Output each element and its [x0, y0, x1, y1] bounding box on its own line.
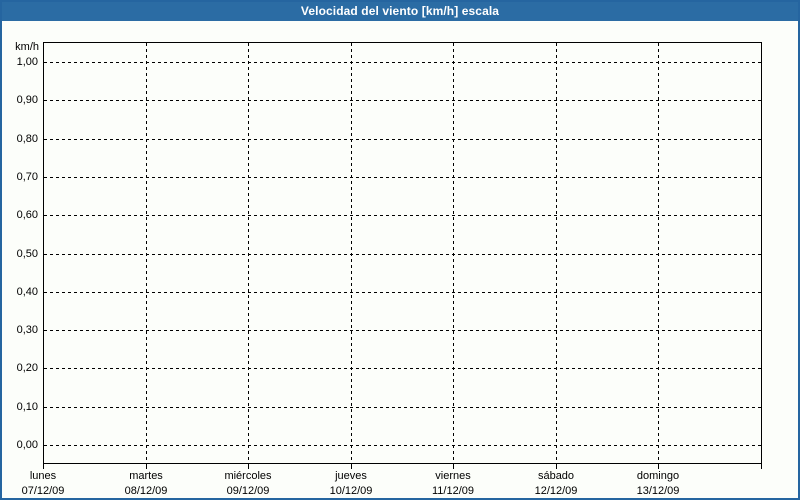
y-gridline-0,50 — [44, 254, 761, 255]
y-tick-label: 0,60 — [16, 209, 38, 221]
y-tick-label: 0,30 — [16, 324, 38, 336]
y-axis-unit-label: km/h — [15, 41, 39, 53]
day-date: 12/12/09 — [534, 485, 578, 497]
day-date: 09/12/09 — [226, 485, 270, 497]
x-day-label-jueves: jueves 10/12/09 — [299, 469, 403, 498]
x-gridline-domingo — [658, 43, 659, 463]
y-gridline-1,00 — [44, 62, 761, 63]
x-day-label-lunes: lunes 07/12/09 — [2, 469, 95, 498]
y-gridline-0,90 — [44, 100, 761, 101]
y-tick-label: 0,90 — [16, 94, 38, 106]
y-tick-label: 1,00 — [16, 56, 38, 68]
day-date: 11/12/09 — [431, 485, 474, 497]
day-name: martes — [129, 470, 163, 482]
chart-window: Velocidad del viento [km/h] escala km/h … — [0, 0, 800, 500]
y-tick-label: 0,80 — [16, 133, 38, 145]
x-day-label-sábado: sábado 12/12/09 — [504, 469, 608, 498]
x-day-label-miércoles: miércoles 09/12/09 — [196, 469, 300, 498]
chart-title-bar: Velocidad del viento [km/h] escala — [2, 2, 798, 21]
plot-area — [43, 42, 762, 464]
day-name: jueves — [335, 470, 367, 482]
y-gridline-0,80 — [44, 139, 761, 140]
x-day-label-martes: martes 08/12/09 — [94, 469, 198, 498]
day-name: lunes — [29, 470, 57, 482]
day-name: viernes — [435, 470, 471, 482]
day-name: miércoles — [224, 470, 272, 482]
x-day-label-viernes: viernes 11/12/09 — [401, 469, 505, 498]
y-tick-label: 0,10 — [16, 401, 38, 413]
y-gridline-0,30 — [44, 330, 761, 331]
x-gridline-viernes — [453, 43, 454, 463]
x-day-label-domingo: domingo 13/12/09 — [606, 469, 710, 498]
x-gridline-miércoles — [248, 43, 249, 463]
day-date: 10/12/09 — [329, 485, 373, 497]
y-tick-label: 0,70 — [16, 171, 38, 183]
x-gridline-sábado — [556, 43, 557, 463]
y-tick-label: 0,40 — [16, 286, 38, 298]
chart-title: Velocidad del viento [km/h] escala — [300, 3, 500, 18]
x-axis-tick — [761, 464, 762, 469]
day-date: 08/12/09 — [124, 485, 168, 497]
y-gridline-0,20 — [44, 368, 761, 369]
day-name: sábado — [537, 470, 575, 482]
y-tick-label: 0,00 — [16, 439, 38, 451]
day-name: domingo — [636, 470, 680, 482]
y-gridline-0,00 — [44, 445, 761, 446]
y-tick-label: 0,20 — [16, 362, 38, 374]
y-gridline-0,10 — [44, 407, 761, 408]
day-date: 07/12/09 — [21, 485, 65, 497]
y-gridline-0,40 — [44, 292, 761, 293]
y-gridline-0,70 — [44, 177, 761, 178]
x-gridline-martes — [146, 43, 147, 463]
y-gridline-0,60 — [44, 215, 761, 216]
day-date: 13/12/09 — [636, 485, 680, 497]
y-tick-label: 0,50 — [16, 248, 38, 260]
x-gridline-jueves — [351, 43, 352, 463]
